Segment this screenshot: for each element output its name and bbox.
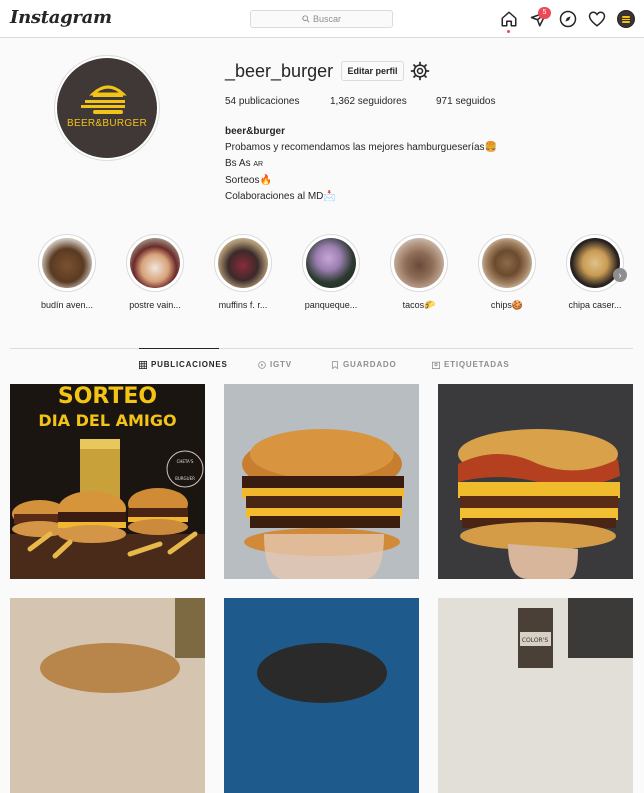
highlight-label: tacos🌮 — [402, 300, 436, 310]
burger-logo-icon — [622, 16, 630, 23]
posts-count: 54 publicaciones — [225, 96, 300, 107]
bio-line-location: Bs As AR — [225, 156, 497, 173]
highlights-next-button[interactable]: › — [613, 268, 627, 282]
profile-stats: 54 publicaciones 1,362 seguidores 971 se… — [225, 96, 496, 107]
bottle-label-text: COLOR'S — [522, 637, 549, 644]
search-icon — [302, 15, 310, 23]
post-item[interactable] — [224, 598, 419, 793]
bio-line: Colaboraciones al MD📩 — [225, 191, 336, 202]
tab-label: IGTV — [270, 360, 292, 369]
flag-text: AR — [253, 161, 264, 168]
bio-line: Probamos y recomendamos las mejores hamb… — [225, 142, 498, 153]
profile-picture[interactable]: BEER&BURGER — [54, 55, 160, 161]
highlight-label: chips🍪 — [490, 300, 524, 310]
profile-tabs: PUBLICACIONES IGTV GUARDADO ETIQUETADAS — [0, 348, 644, 378]
tab-etiquetadas[interactable]: ETIQUETADAS — [432, 360, 510, 369]
edit-profile-button[interactable]: Editar perfil — [341, 61, 404, 81]
post-title-line1: SORTEO — [58, 384, 157, 409]
profile-avatar-nav[interactable] — [617, 10, 635, 28]
profile-username: _beer_burger — [225, 61, 334, 81]
explore-icon[interactable] — [559, 10, 577, 28]
tab-igtv[interactable]: IGTV — [258, 360, 292, 369]
bio-name: beer&burger — [225, 126, 286, 137]
settings-gear-icon[interactable] — [410, 61, 430, 81]
highlight-item[interactable]: panqueque... — [291, 234, 371, 310]
search-input[interactable]: Buscar — [250, 10, 393, 28]
post-stamp-line2: BURGUER — [175, 476, 195, 481]
tab-label: PUBLICACIONES — [151, 360, 228, 369]
grid-icon — [139, 360, 147, 369]
highlight-label: panqueque... — [304, 300, 358, 310]
post-item[interactable]: COLOR'S — [438, 598, 633, 793]
post-stamp-line1: CHETA'S — [177, 459, 194, 464]
home-icon[interactable] — [500, 10, 518, 28]
highlight-label: muffins f. r... — [218, 300, 268, 310]
tab-guardado[interactable]: GUARDADO — [331, 360, 397, 369]
post-item[interactable] — [438, 384, 633, 579]
tab-label: ETIQUETADAS — [444, 360, 510, 369]
highlight-label: chipa caser... — [568, 300, 622, 310]
igtv-icon — [258, 360, 266, 369]
tag-icon — [432, 361, 440, 369]
post-item[interactable] — [224, 384, 419, 579]
instagram-logo[interactable]: Instagram — [10, 7, 112, 28]
post-title-line2: DIA DEL AMIGO — [38, 411, 176, 430]
post-item[interactable] — [10, 598, 205, 793]
highlight-item[interactable]: chips🍪 — [467, 234, 547, 311]
highlight-item[interactable]: muffins f. r... — [203, 234, 283, 310]
highlight-label: budín aven... — [40, 300, 94, 310]
search-placeholder: Buscar — [312, 14, 341, 24]
story-highlights: budín aven... postre vain... muffins f. … — [0, 234, 644, 318]
post-item[interactable]: SORTEO DIA DEL AMIGO CHETA'S BURGUER — [10, 384, 205, 579]
activity-heart-icon[interactable] — [588, 10, 606, 28]
burger-logo-icon — [81, 85, 127, 114]
bio-location: Bs As — [225, 158, 254, 169]
notifications-badge: 5 — [538, 7, 551, 19]
highlight-item[interactable]: tacos🌮 — [379, 234, 459, 311]
following-count[interactable]: 971 seguidos — [436, 96, 496, 107]
highlight-item[interactable]: postre vain... — [115, 234, 195, 310]
highlight-label: postre vain... — [129, 300, 181, 310]
profile-bio: beer&burger Probamos y recomendamos las … — [225, 124, 497, 205]
bookmark-icon — [332, 360, 338, 369]
bio-line: Sorteos🔥 — [225, 175, 272, 186]
tab-label: GUARDADO — [343, 360, 397, 369]
followers-count[interactable]: 1,362 seguidores — [330, 96, 436, 107]
tab-publicaciones[interactable]: PUBLICACIONES — [139, 360, 228, 369]
top-navigation-bar: Instagram Buscar 5 — [0, 0, 644, 38]
highlight-item[interactable]: budín aven... — [27, 234, 107, 310]
avatar-brand-text: BEER&BURGER — [67, 118, 147, 129]
home-active-dot — [507, 30, 510, 33]
